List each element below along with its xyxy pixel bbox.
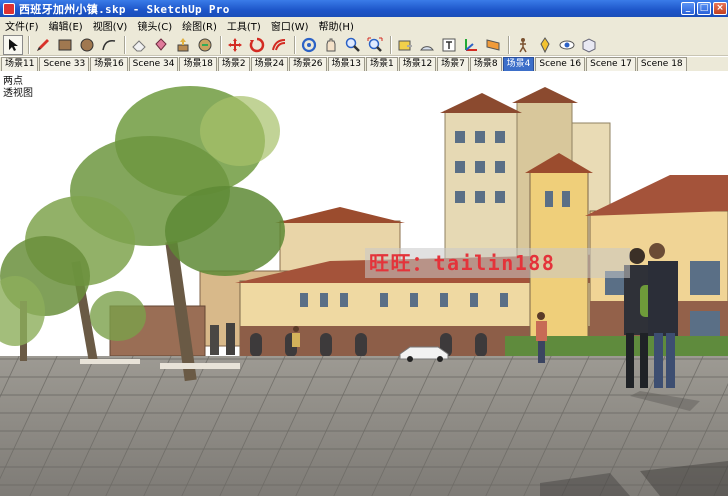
model-viewport[interactable]: 两点 透视图 旺旺：tailin188 [0, 71, 728, 496]
protractor-icon[interactable] [417, 35, 437, 55]
look-around-icon[interactable] [557, 35, 577, 55]
scene-tab[interactable]: 场景12 [398, 57, 437, 71]
toolbar-separator [28, 35, 30, 54]
watermark-text: 旺旺：tailin188 [365, 248, 630, 278]
menu-tools[interactable]: 工具(T) [222, 18, 266, 33]
scene-tab[interactable]: 场景11 [1, 57, 39, 71]
zoom-icon[interactable] [343, 35, 363, 55]
scene-tab[interactable]: Scene 34 [128, 57, 179, 71]
move-icon[interactable] [225, 35, 245, 55]
menu-edit[interactable]: 编辑(E) [44, 18, 88, 33]
scene-tab[interactable]: 场景4 [502, 57, 535, 71]
scene-tab[interactable]: 场景1 [365, 57, 398, 71]
scene-tab[interactable]: 场景2 [217, 57, 250, 71]
scene-tab[interactable]: 场景24 [250, 57, 289, 71]
menu-draw[interactable]: 绘图(R) [177, 18, 222, 33]
scene-tabs: 场景11 Scene 33 场景16 Scene 34 场景18 场景2 场景24 场景26 场… [0, 57, 728, 71]
minimize-button[interactable]: _ [681, 2, 695, 15]
circle-icon[interactable] [77, 35, 97, 55]
toolbar-separator [220, 35, 222, 54]
title-bar: 西班牙加州小镇.skp - SketchUp Pro _ □ × [0, 0, 728, 17]
push-pull-icon[interactable] [173, 35, 193, 55]
camera-label-line2: 透视图 [3, 88, 33, 99]
menu-window[interactable]: 窗口(W) [266, 18, 314, 33]
scene-tab[interactable]: Scene 16 [535, 57, 586, 71]
scene-tab[interactable]: 场景16 [90, 57, 128, 71]
zoom-extents-icon[interactable] [365, 35, 385, 55]
toolbar-separator [508, 35, 510, 54]
pan-icon[interactable] [321, 35, 341, 55]
menu-help[interactable]: 帮助(H) [314, 18, 359, 33]
section-plane-icon[interactable] [483, 35, 503, 55]
arc-icon[interactable] [99, 35, 119, 55]
walk-icon[interactable] [513, 35, 533, 55]
sketchup-app-icon [3, 2, 15, 15]
scene-tab[interactable]: 场景26 [289, 57, 327, 71]
scene-tab[interactable]: 场景7 [437, 57, 469, 71]
toolbar-separator [390, 35, 392, 54]
axes-icon[interactable] [461, 35, 481, 55]
select-icon[interactable] [3, 34, 23, 55]
rotate-icon[interactable] [247, 35, 267, 55]
rendered-scene [0, 71, 728, 496]
menu-camera[interactable]: 镜头(C) [132, 18, 177, 33]
menu-file[interactable]: 文件(F) [0, 18, 44, 33]
toolbar-separator [294, 35, 296, 54]
main-toolbar [0, 34, 728, 56]
scene-tab[interactable]: 场景13 [327, 57, 365, 71]
styles-icon[interactable] [579, 35, 599, 55]
follow-me-icon[interactable] [195, 35, 215, 55]
orbit-icon[interactable] [299, 35, 319, 55]
maximize-button[interactable]: □ [697, 2, 711, 15]
scene-tab[interactable]: 场景18 [179, 57, 217, 71]
scene-tab[interactable]: 场景8 [469, 57, 502, 71]
window-title: 西班牙加州小镇.skp - SketchUp Pro [19, 2, 230, 16]
position-camera-icon[interactable] [535, 35, 555, 55]
offset-icon[interactable] [269, 35, 289, 55]
menu-bar: 文件(F) 编辑(E) 视图(V) 镜头(C) 绘图(R) 工具(T) 窗口(W… [0, 17, 728, 34]
pencil-icon[interactable] [33, 35, 53, 55]
scene-tab[interactable]: Scene 33 [39, 57, 90, 71]
eraser-icon[interactable] [129, 35, 149, 55]
close-button[interactable]: × [713, 2, 727, 15]
paint-bucket-icon[interactable] [151, 35, 171, 55]
menu-view[interactable]: 视图(V) [88, 18, 133, 33]
tape-measure-icon[interactable] [395, 35, 415, 55]
rectangle-icon[interactable] [55, 35, 75, 55]
toolbar-separator [124, 35, 126, 54]
scene-tab[interactable]: Scene 17 [586, 57, 636, 71]
text-icon[interactable] [439, 35, 459, 55]
scene-tab[interactable]: Scene 18 [636, 57, 687, 71]
